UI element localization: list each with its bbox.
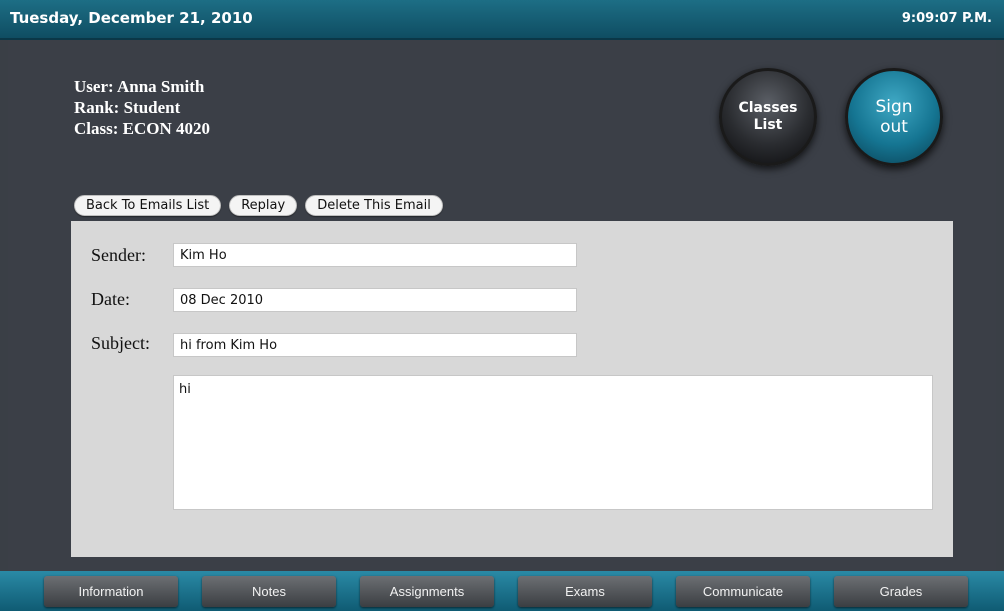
subject-field[interactable]: hi from Kim Ho xyxy=(173,333,577,357)
top-bar: Tuesday, December 21, 2010 9:09:07 P.M. xyxy=(0,0,1004,40)
bottom-nav: Information Notes Assignments Exams Comm… xyxy=(0,571,1004,611)
tab-exams[interactable]: Exams xyxy=(518,576,652,607)
replay-button[interactable]: Replay xyxy=(229,195,298,216)
email-panel: Sender: Kim Ho Date: 08 Dec 2010 Subject… xyxy=(71,221,953,557)
message-body[interactable]: hi xyxy=(173,375,933,510)
user-class: Class: ECON 4020 xyxy=(74,119,211,138)
tab-information[interactable]: Information xyxy=(44,576,178,607)
tab-grades[interactable]: Grades xyxy=(834,576,968,607)
classes-label-line2: List xyxy=(753,117,783,133)
current-time: 9:09:07 P.M. xyxy=(901,11,992,26)
sender-label: Sender: xyxy=(91,245,146,265)
date-label: Date: xyxy=(91,289,130,309)
signout-label-line1: Sign xyxy=(875,97,913,117)
tab-notes[interactable]: Notes xyxy=(202,576,336,607)
email-actions: Back To Emails List Replay Delete This E… xyxy=(74,195,443,216)
user-name: User: Anna Smith xyxy=(74,77,205,96)
current-date: Tuesday, December 21, 2010 xyxy=(10,9,253,27)
user-info: User: Anna Smith Rank: Student Class: EC… xyxy=(74,76,210,139)
sender-field[interactable]: Kim Ho xyxy=(173,243,577,267)
date-field[interactable]: 08 Dec 2010 xyxy=(173,288,577,312)
classes-list-button[interactable]: Classes List xyxy=(719,68,817,166)
signout-label-line2: out xyxy=(880,117,908,137)
tab-communicate[interactable]: Communicate xyxy=(676,576,810,607)
classes-label-line1: Classes xyxy=(738,100,798,116)
subject-label: Subject: xyxy=(91,333,150,353)
back-to-emails-button[interactable]: Back To Emails List xyxy=(74,195,222,216)
tab-assignments[interactable]: Assignments xyxy=(360,576,494,607)
user-rank: Rank: Student xyxy=(74,98,181,117)
sign-out-button[interactable]: Sign out xyxy=(845,68,943,166)
delete-email-button[interactable]: Delete This Email xyxy=(305,195,443,216)
